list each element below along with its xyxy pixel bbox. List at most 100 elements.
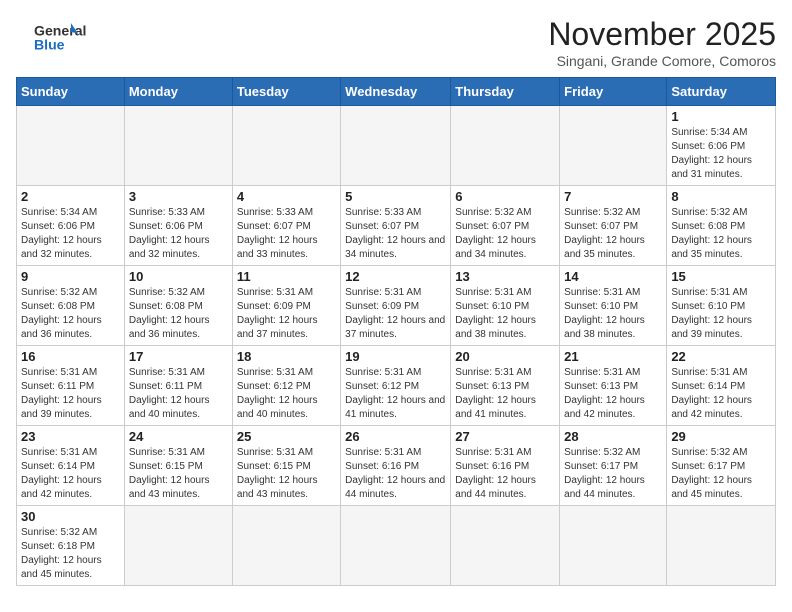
day-number: 30 <box>21 509 120 524</box>
day-number: 20 <box>455 349 555 364</box>
calendar-day-cell: 2 Sunrise: 5:34 AM Sunset: 6:06 PM Daylig… <box>17 186 125 266</box>
day-info: Sunrise: 5:31 AM Sunset: 6:10 PM Dayligh… <box>671 286 771 342</box>
day-info: Sunrise: 5:31 AM Sunset: 6:10 PM Dayligh… <box>564 286 662 342</box>
day-info: Sunrise: 5:31 AM Sunset: 6:12 PM Dayligh… <box>345 366 446 422</box>
day-number: 27 <box>455 429 555 444</box>
calendar-day-cell: 12Sunrise: 5:31 AM Sunset: 6:09 PM Dayli… <box>341 266 451 346</box>
day-number: 12 <box>345 269 446 284</box>
day-number: 10 <box>129 269 228 284</box>
calendar-day-cell: 5Sunrise: 5:33 AM Sunset: 6:07 PM Daylig… <box>341 186 451 266</box>
calendar-day-cell: 26Sunrise: 5:31 AM Sunset: 6:16 PM Dayli… <box>341 426 451 506</box>
day-number: 11 <box>237 269 336 284</box>
day-info: Sunrise: 5:32 AM Sunset: 6:07 PM Dayligh… <box>564 206 662 262</box>
calendar-day-cell <box>124 506 232 586</box>
day-number: 25 <box>237 429 336 444</box>
calendar-day-cell: 30 Sunrise: 5:32 AM Sunset: 6:18 PM Dayli… <box>17 506 125 586</box>
calendar-day-cell <box>232 106 340 186</box>
weekday-header-wednesday: Wednesday <box>341 78 451 106</box>
calendar-day-cell: 29 Sunrise: 5:32 AM Sunset: 6:17 PM Dayli… <box>667 426 776 506</box>
day-info: Sunrise: 5:31 AM Sunset: 6:13 PM Dayligh… <box>564 366 662 422</box>
weekday-header-thursday: Thursday <box>451 78 560 106</box>
calendar-week-row: 1 Sunrise: 5:34 AM Sunset: 6:06 PM Daylig… <box>17 106 776 186</box>
calendar-day-cell: 16 Sunrise: 5:31 AM Sunset: 6:11 PM Dayli… <box>17 346 125 426</box>
day-info: Sunrise: 5:31 AM Sunset: 6:14 PM Dayligh… <box>21 446 120 502</box>
day-info: Sunrise: 5:33 AM Sunset: 6:07 PM Dayligh… <box>345 206 446 262</box>
day-info: Sunrise: 5:34 AM Sunset: 6:06 PM Dayligh… <box>21 206 120 262</box>
calendar-day-cell: 15 Sunrise: 5:31 AM Sunset: 6:10 PM Dayli… <box>667 266 776 346</box>
day-number: 14 <box>564 269 662 284</box>
calendar-day-cell <box>451 506 560 586</box>
logo-icon: General Blue <box>16 16 96 60</box>
calendar-day-cell: 9Sunrise: 5:32 AM Sunset: 6:08 PM Daylig… <box>17 266 125 346</box>
day-info: Sunrise: 5:31 AM Sunset: 6:11 PM Dayligh… <box>129 366 228 422</box>
day-info: Sunrise: 5:32 AM Sunset: 6:17 PM Dayligh… <box>564 446 662 502</box>
calendar-day-cell <box>232 506 340 586</box>
calendar-day-cell: 25Sunrise: 5:31 AM Sunset: 6:15 PM Dayli… <box>232 426 340 506</box>
day-info: Sunrise: 5:32 AM Sunset: 6:08 PM Dayligh… <box>671 206 771 262</box>
day-info: Sunrise: 5:33 AM Sunset: 6:07 PM Dayligh… <box>237 206 336 262</box>
day-number: 16 <box>21 349 120 364</box>
month-title: November 2025 <box>548 16 776 53</box>
calendar-week-row: 30 Sunrise: 5:32 AM Sunset: 6:18 PM Dayli… <box>17 506 776 586</box>
day-number: 13 <box>455 269 555 284</box>
day-info: Sunrise: 5:33 AM Sunset: 6:06 PM Dayligh… <box>129 206 228 262</box>
day-info: Sunrise: 5:32 AM Sunset: 6:17 PM Dayligh… <box>671 446 771 502</box>
calendar-day-cell: 19 Sunrise: 5:31 AM Sunset: 6:12 PM Dayli… <box>341 346 451 426</box>
weekday-header-saturday: Saturday <box>667 78 776 106</box>
day-info: Sunrise: 5:31 AM Sunset: 6:16 PM Dayligh… <box>455 446 555 502</box>
weekday-header-sunday: Sunday <box>17 78 125 106</box>
day-number: 3 <box>129 189 228 204</box>
location-subtitle: Singani, Grande Comore, Comoros <box>548 53 776 69</box>
calendar-day-cell: 21 Sunrise: 5:31 AM Sunset: 6:13 PM Dayli… <box>560 346 667 426</box>
day-info: Sunrise: 5:31 AM Sunset: 6:11 PM Dayligh… <box>21 366 120 422</box>
calendar-day-cell <box>667 506 776 586</box>
day-info: Sunrise: 5:32 AM Sunset: 6:18 PM Dayligh… <box>21 526 120 582</box>
day-info: Sunrise: 5:31 AM Sunset: 6:15 PM Dayligh… <box>129 446 228 502</box>
svg-text:Blue: Blue <box>34 36 65 52</box>
calendar-table: SundayMondayTuesdayWednesdayThursdayFrid… <box>16 77 776 586</box>
weekday-header-monday: Monday <box>124 78 232 106</box>
day-number: 2 <box>21 189 120 204</box>
day-number: 7 <box>564 189 662 204</box>
calendar-day-cell: 4Sunrise: 5:33 AM Sunset: 6:07 PM Daylig… <box>232 186 340 266</box>
calendar-day-cell <box>451 106 560 186</box>
calendar-day-cell: 13 Sunrise: 5:31 AM Sunset: 6:10 PM Dayli… <box>451 266 560 346</box>
calendar-week-row: 9Sunrise: 5:32 AM Sunset: 6:08 PM Daylig… <box>17 266 776 346</box>
day-info: Sunrise: 5:31 AM Sunset: 6:13 PM Dayligh… <box>455 366 555 422</box>
day-number: 6 <box>455 189 555 204</box>
day-number: 21 <box>564 349 662 364</box>
day-info: Sunrise: 5:31 AM Sunset: 6:14 PM Dayligh… <box>671 366 771 422</box>
calendar-day-cell: 17Sunrise: 5:31 AM Sunset: 6:11 PM Dayli… <box>124 346 232 426</box>
weekday-header-tuesday: Tuesday <box>232 78 340 106</box>
calendar-day-cell: 20 Sunrise: 5:31 AM Sunset: 6:13 PM Dayli… <box>451 346 560 426</box>
day-number: 24 <box>129 429 228 444</box>
calendar-week-row: 23Sunrise: 5:31 AM Sunset: 6:14 PM Dayli… <box>17 426 776 506</box>
day-number: 22 <box>671 349 771 364</box>
day-number: 19 <box>345 349 446 364</box>
page-header: General Blue November 2025 Singani, Gran… <box>16 16 776 69</box>
calendar-day-cell: 6Sunrise: 5:32 AM Sunset: 6:07 PM Daylig… <box>451 186 560 266</box>
calendar-day-cell: 10Sunrise: 5:32 AM Sunset: 6:08 PM Dayli… <box>124 266 232 346</box>
day-number: 18 <box>237 349 336 364</box>
calendar-day-cell <box>17 106 125 186</box>
day-number: 15 <box>671 269 771 284</box>
calendar-day-cell: 7 Sunrise: 5:32 AM Sunset: 6:07 PM Daylig… <box>560 186 667 266</box>
logo: General Blue <box>16 16 96 60</box>
calendar-week-row: 2 Sunrise: 5:34 AM Sunset: 6:06 PM Daylig… <box>17 186 776 266</box>
calendar-day-cell: 11 Sunrise: 5:31 AM Sunset: 6:09 PM Dayli… <box>232 266 340 346</box>
day-info: Sunrise: 5:31 AM Sunset: 6:09 PM Dayligh… <box>237 286 336 342</box>
day-info: Sunrise: 5:34 AM Sunset: 6:06 PM Dayligh… <box>671 126 771 182</box>
calendar-day-cell: 23Sunrise: 5:31 AM Sunset: 6:14 PM Dayli… <box>17 426 125 506</box>
day-info: Sunrise: 5:31 AM Sunset: 6:10 PM Dayligh… <box>455 286 555 342</box>
day-number: 29 <box>671 429 771 444</box>
calendar-day-cell <box>341 506 451 586</box>
calendar-day-cell: 24 Sunrise: 5:31 AM Sunset: 6:15 PM Dayli… <box>124 426 232 506</box>
day-info: Sunrise: 5:32 AM Sunset: 6:08 PM Dayligh… <box>21 286 120 342</box>
day-number: 1 <box>671 109 771 124</box>
calendar-day-cell: 22 Sunrise: 5:31 AM Sunset: 6:14 PM Dayli… <box>667 346 776 426</box>
title-section: November 2025 Singani, Grande Comore, Co… <box>548 16 776 69</box>
calendar-day-cell <box>560 106 667 186</box>
calendar-day-cell <box>124 106 232 186</box>
calendar-day-cell: 14 Sunrise: 5:31 AM Sunset: 6:10 PM Dayli… <box>560 266 667 346</box>
calendar-day-cell: 3 Sunrise: 5:33 AM Sunset: 6:06 PM Daylig… <box>124 186 232 266</box>
